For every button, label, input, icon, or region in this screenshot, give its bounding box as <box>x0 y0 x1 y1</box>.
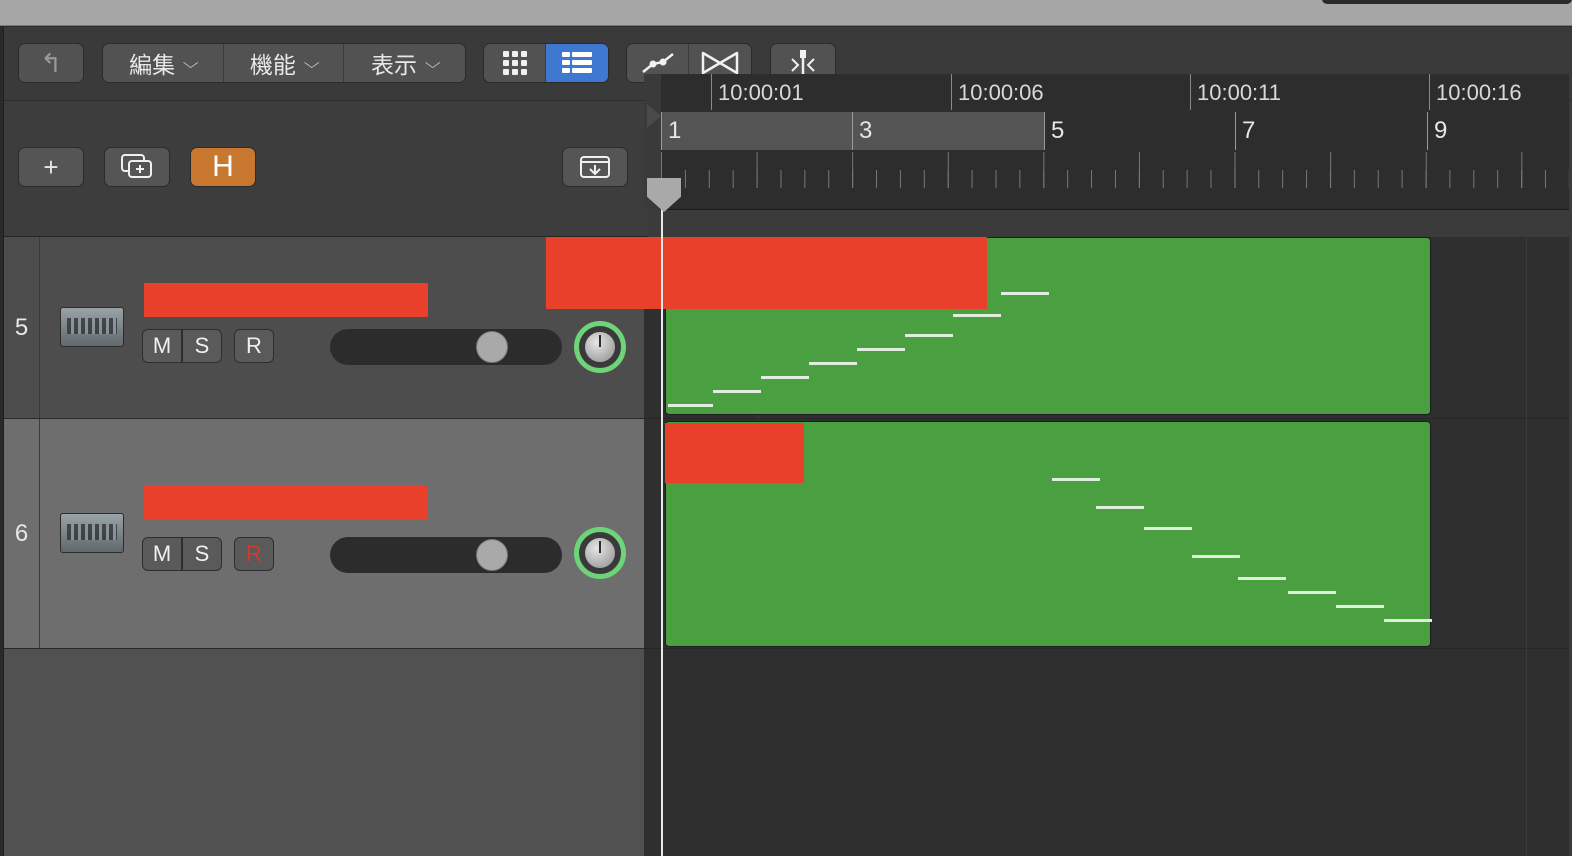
view-mode-segment <box>483 43 609 83</box>
ruler-arrow-icon <box>647 104 661 128</box>
flex-icon <box>701 51 739 75</box>
catch-button[interactable] <box>562 147 628 187</box>
bar-label: 3 <box>852 112 872 150</box>
midi-note[interactable] <box>1144 527 1192 530</box>
functions-menu[interactable]: 機能 ⌵ <box>224 44 345 82</box>
midi-note[interactable] <box>953 314 1001 317</box>
bar-label: 9 <box>1427 112 1447 150</box>
bar-ticks <box>661 152 1569 188</box>
duplicate-track-icon <box>121 154 152 178</box>
midi-note[interactable] <box>1001 292 1049 295</box>
download-tray-icon <box>580 156 610 178</box>
chevron-down-icon: ⌵ <box>424 54 441 72</box>
timecode-label: 10:00:16 <box>1429 74 1522 110</box>
midi-note[interactable] <box>713 390 761 393</box>
hide-label: H <box>212 150 234 183</box>
solo-button[interactable]: S <box>182 537 222 571</box>
empty-track-area[interactable] <box>4 649 648 856</box>
duplicate-track-button[interactable] <box>104 147 170 187</box>
chevron-down-icon: ⌵ <box>182 54 199 72</box>
add-track-button[interactable]: + <box>18 147 84 187</box>
volume-fader[interactable] <box>330 537 562 573</box>
redaction-bar <box>546 237 987 309</box>
midi-note[interactable] <box>1052 478 1100 481</box>
pan-knob[interactable] <box>574 527 626 579</box>
midi-note[interactable] <box>857 348 905 351</box>
bar-ruler[interactable]: 1 3 5 7 9 <box>661 112 1569 150</box>
record-arm-button[interactable]: R <box>234 537 274 571</box>
pan-knob[interactable] <box>574 321 626 373</box>
midi-note[interactable] <box>809 362 857 365</box>
mute-button[interactable]: M <box>142 537 182 571</box>
grid-line <box>1526 649 1527 856</box>
instrument-icon <box>60 307 124 347</box>
redaction-bar <box>144 283 428 317</box>
midi-note[interactable] <box>761 376 809 379</box>
solo-button[interactable]: S <box>182 329 222 363</box>
edit-menu-label: 編集 <box>129 52 176 78</box>
list-view-icon <box>562 52 592 73</box>
midi-note[interactable] <box>1384 619 1432 622</box>
list-view-button[interactable] <box>546 44 608 82</box>
redaction-bar <box>144 485 428 519</box>
midi-note[interactable] <box>1096 506 1144 509</box>
track-row[interactable]: 6 M S R <box>4 419 648 649</box>
redaction-bar <box>665 423 804 483</box>
grid-line <box>1526 237 1527 419</box>
bar-label: 7 <box>1235 112 1255 150</box>
midi-note[interactable] <box>1192 555 1240 558</box>
plus-icon: + <box>43 151 59 182</box>
tracks-header: + H <box>4 101 648 237</box>
window-edge <box>1322 0 1572 4</box>
title-strip <box>0 0 1572 26</box>
track-buttons: M S R <box>142 537 274 571</box>
midi-note[interactable] <box>905 334 953 337</box>
track-number: 6 <box>4 419 40 648</box>
hide-tracks-button[interactable]: H <box>190 147 256 187</box>
view-menu-label: 表示 <box>370 52 417 78</box>
timecode-label: 10:00:11 <box>1190 74 1281 110</box>
empty-lane-area[interactable] <box>644 649 1569 856</box>
grid-view-button[interactable] <box>484 44 547 82</box>
timecode-label: 10:00:01 <box>711 74 804 110</box>
volume-fader-handle[interactable] <box>476 331 508 363</box>
instrument-icon <box>60 513 124 553</box>
midi-note[interactable] <box>1336 605 1384 608</box>
playhead-line[interactable] <box>661 178 663 856</box>
bar-label: 1 <box>661 112 681 150</box>
back-button[interactable]: ↰ <box>18 43 84 83</box>
functions-menu-label: 機能 <box>249 52 296 78</box>
menu-segment: 編集 ⌵ 機能 ⌵ 表示 ⌵ <box>102 43 466 83</box>
bar-label: 5 <box>1044 112 1064 150</box>
grid-line <box>1526 419 1527 649</box>
midi-note[interactable] <box>668 404 713 407</box>
track-buttons: M S R <box>142 329 274 363</box>
ruler[interactable]: 10:00:01 10:00:06 10:00:11 10:00:16 1 3 … <box>644 74 1569 210</box>
automation-icon <box>641 53 674 73</box>
grid-view-icon <box>502 51 527 75</box>
record-arm-button[interactable]: R <box>234 329 274 363</box>
volume-fader[interactable] <box>330 329 562 365</box>
view-menu[interactable]: 表示 ⌵ <box>344 44 465 82</box>
midi-note[interactable] <box>1238 577 1286 580</box>
up-arrow-icon: ↰ <box>40 47 62 78</box>
volume-fader-handle[interactable] <box>476 539 508 571</box>
midi-note[interactable] <box>1288 591 1336 594</box>
chevron-down-icon: ⌵ <box>303 54 320 72</box>
track-number: 5 <box>4 237 40 418</box>
mute-button[interactable]: M <box>142 329 182 363</box>
timecode-label: 10:00:06 <box>951 74 1044 110</box>
edit-menu[interactable]: 編集 ⌵ <box>103 44 224 82</box>
